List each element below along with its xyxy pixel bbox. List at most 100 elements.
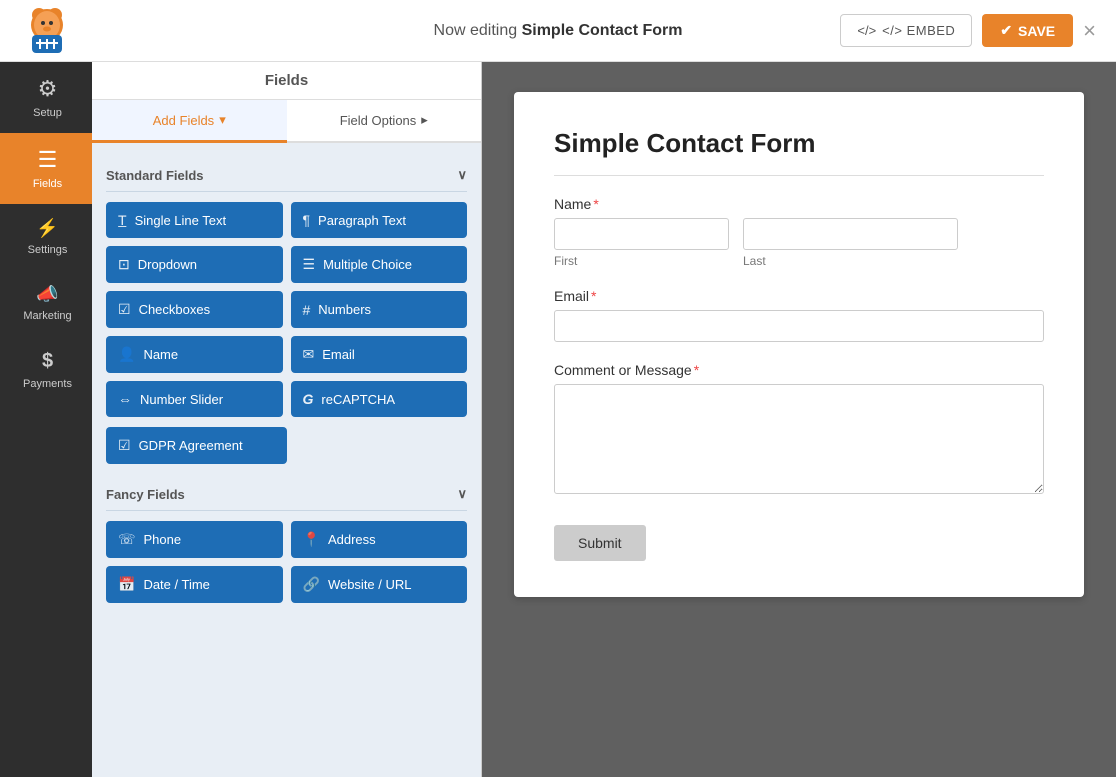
field-btn-date-time[interactable]: 📅 Date / Time (106, 566, 283, 603)
field-btn-multiple-choice[interactable]: ☰ Multiple Choice (291, 246, 468, 283)
fancy-fields-header: Fancy Fields ∨ (106, 474, 467, 510)
field-btn-dropdown[interactable]: ⊡ Dropdown (106, 246, 283, 283)
website-url-label: Website / URL (328, 577, 412, 592)
embed-label: </> EMBED (882, 23, 955, 38)
number-slider-icon: ⇔ (118, 391, 132, 407)
field-btn-phone[interactable]: ☏ Phone (106, 521, 283, 558)
tab-field-options[interactable]: Field Options ▸ (287, 100, 482, 143)
editing-prefix: Now editing (434, 22, 522, 39)
numbers-label: Numbers (318, 302, 371, 317)
field-btn-website-url[interactable]: 🔗 Website / URL (291, 566, 468, 603)
dropdown-label: Dropdown (138, 257, 197, 272)
multiple-choice-icon: ☰ (303, 256, 316, 273)
field-btn-numbers[interactable]: # Numbers (291, 291, 468, 328)
sidebar-item-payments[interactable]: $ Payments (0, 336, 92, 404)
field-btn-email[interactable]: ✉ Email (291, 336, 468, 373)
recaptcha-icon: G (303, 391, 314, 407)
last-name-col: Last (743, 218, 958, 268)
phone-icon: ☏ (118, 531, 136, 548)
sidebar-item-marketing[interactable]: 📣 Marketing (0, 270, 92, 336)
form-name: Simple Contact Form (522, 22, 683, 39)
fancy-fields-label: Fancy Fields (106, 487, 185, 502)
form-title-divider (554, 175, 1044, 176)
field-btn-number-slider[interactable]: ⇔ Number Slider (106, 381, 283, 417)
save-button[interactable]: ✔ SAVE (982, 14, 1073, 47)
embed-button[interactable]: </> </> EMBED (840, 14, 972, 47)
email-input[interactable] (554, 310, 1044, 342)
sidebar-label-settings: Settings (28, 244, 68, 256)
sidebar-label-marketing: Marketing (23, 310, 71, 322)
first-name-col: First (554, 218, 729, 268)
email-icon: ✉ (303, 346, 315, 363)
editing-title: Now editing Simple Contact Form (434, 22, 683, 40)
embed-icon: </> (857, 23, 876, 38)
fields-list: Standard Fields ∨ T̲ Single Line Text ¶ … (92, 143, 481, 777)
top-bar: Now editing Simple Contact Form </> </> … (0, 0, 1116, 62)
form-submit-label: Submit (578, 535, 622, 551)
sidebar-label-fields: Fields (33, 178, 62, 190)
sidebar-item-fields[interactable]: ☰ Fields (0, 133, 92, 204)
sidebar-label-payments: Payments (23, 378, 72, 390)
field-btn-recaptcha[interactable]: G reCAPTCHA (291, 381, 468, 417)
dropdown-icon: ⊡ (118, 256, 130, 273)
date-time-label: Date / Time (143, 577, 209, 592)
fields-panel: Fields Add Fields ▾ Field Options ▸ Stan… (92, 62, 482, 777)
name-icon: 👤 (118, 346, 135, 363)
add-fields-label: Add Fields (153, 113, 214, 128)
gdpr-label: GDPR Agreement (139, 438, 243, 453)
message-field-label: Comment or Message* (554, 362, 1044, 378)
form-field-email: Email* (554, 288, 1044, 342)
close-button[interactable]: × (1083, 20, 1096, 42)
sidebar-item-settings[interactable]: ⚡ Settings (0, 204, 92, 270)
marketing-icon: 📣 (36, 284, 58, 305)
field-btn-checkboxes[interactable]: ☑ Checkboxes (106, 291, 283, 328)
field-options-label: Field Options (340, 113, 417, 128)
save-label: SAVE (1018, 23, 1055, 39)
close-icon: × (1083, 18, 1096, 43)
panel-header-label: Fields (265, 72, 308, 89)
numbers-icon: # (303, 302, 311, 318)
single-line-text-label: Single Line Text (135, 213, 227, 228)
checkboxes-label: Checkboxes (139, 302, 211, 317)
paragraph-text-label: Paragraph Text (318, 213, 406, 228)
payments-icon: $ (42, 350, 53, 373)
sidebar-item-setup[interactable]: ⚙ Setup (0, 62, 92, 133)
sidebar: ⚙ Setup ☰ Fields ⚡ Settings 📣 Marketing … (0, 62, 92, 777)
form-submit-button[interactable]: Submit (554, 525, 646, 561)
field-btn-address[interactable]: 📍 Address (291, 521, 468, 558)
address-icon: 📍 (303, 531, 320, 548)
field-btn-name[interactable]: 👤 Name (106, 336, 283, 373)
standard-fields-label: Standard Fields (106, 168, 204, 183)
checkboxes-icon: ☑ (118, 301, 131, 318)
content-area: Simple Contact Form Name* First Last (482, 62, 1116, 777)
standard-fields-grid: T̲ Single Line Text ¶ Paragraph Text ⊡ D… (106, 202, 467, 417)
last-name-input[interactable] (743, 218, 958, 250)
form-title: Simple Contact Form (554, 128, 1044, 159)
first-name-sub-label: First (554, 254, 729, 268)
top-bar-actions: </> </> EMBED ✔ SAVE × (840, 14, 1096, 47)
name-required-asterisk: * (593, 196, 598, 212)
add-fields-chevron: ▾ (219, 112, 226, 128)
fancy-divider (106, 510, 467, 511)
form-field-message: Comment or Message* (554, 362, 1044, 499)
field-btn-single-line-text[interactable]: T̲ Single Line Text (106, 202, 283, 238)
address-label: Address (328, 532, 376, 547)
logo (20, 3, 75, 58)
panel-header: Fields (92, 62, 481, 100)
email-label: Email (322, 347, 355, 362)
save-icon: ✔ (1000, 22, 1012, 39)
website-url-icon: 🔗 (303, 576, 320, 593)
field-btn-paragraph-text[interactable]: ¶ Paragraph Text (291, 202, 468, 238)
tab-add-fields[interactable]: Add Fields ▾ (92, 100, 287, 143)
email-required-asterisk: * (591, 288, 596, 304)
first-name-input[interactable] (554, 218, 729, 250)
logo-icon (20, 3, 75, 58)
paragraph-text-icon: ¶ (303, 212, 311, 228)
field-btn-gdpr-agreement[interactable]: ☑ GDPR Agreement (106, 427, 287, 464)
main-layout: ⚙ Setup ☰ Fields ⚡ Settings 📣 Marketing … (0, 62, 1116, 777)
fancy-fields-chevron: ∨ (457, 486, 467, 502)
sidebar-label-setup: Setup (33, 107, 62, 119)
message-textarea[interactable] (554, 384, 1044, 494)
field-options-chevron: ▸ (421, 112, 428, 128)
form-preview: Simple Contact Form Name* First Last (514, 92, 1084, 597)
